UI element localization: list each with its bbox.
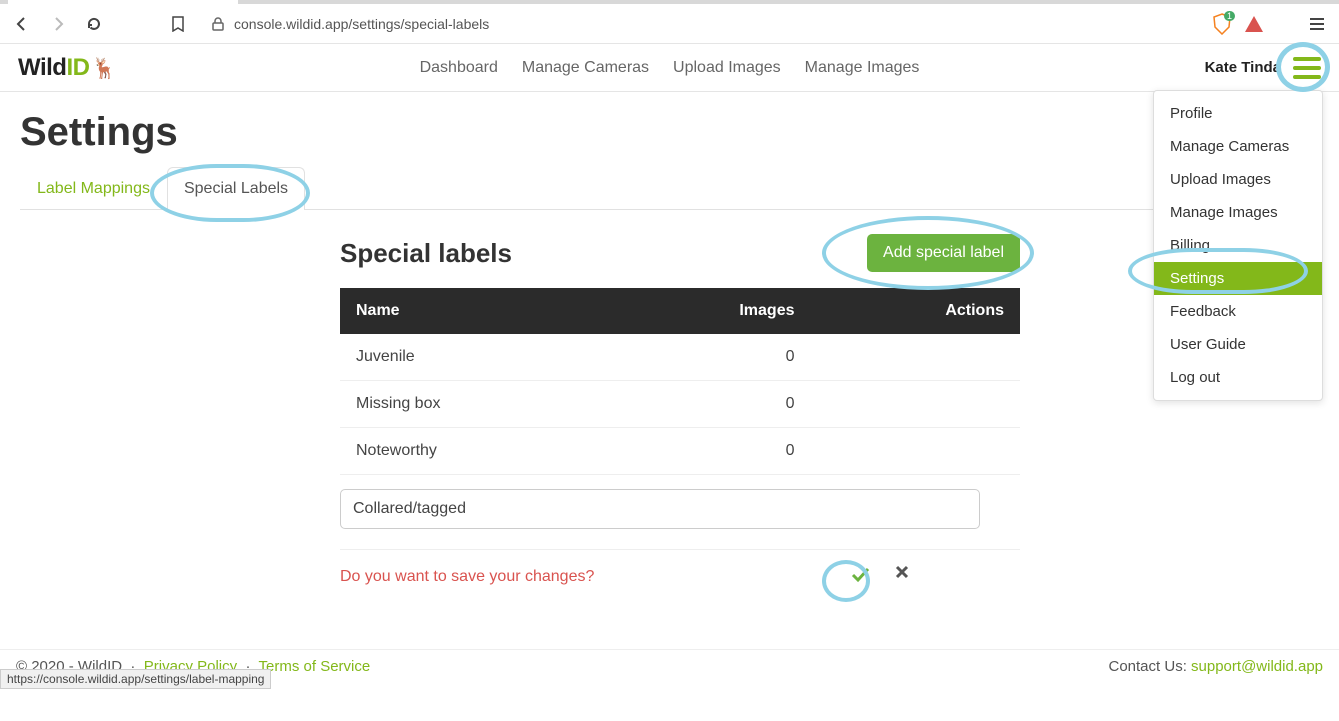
arrow-right-icon bbox=[50, 16, 66, 32]
brave-shield-icon[interactable]: 1 bbox=[1211, 13, 1233, 35]
main-content: Settings Label Mappings Special Labels S… bbox=[0, 92, 1339, 590]
special-labels-panel: Special labels Add special label Name Im… bbox=[340, 234, 1020, 590]
cell-name: Missing box bbox=[340, 381, 609, 428]
check-icon bbox=[850, 564, 870, 584]
confirm-row: Do you want to save your changes? bbox=[340, 549, 1020, 590]
lock-icon bbox=[210, 16, 226, 32]
reload-icon bbox=[86, 16, 102, 32]
nav-manage-images[interactable]: Manage Images bbox=[805, 59, 920, 77]
cell-actions bbox=[810, 334, 1020, 381]
confirm-save-button[interactable] bbox=[850, 564, 870, 590]
user-dropdown-menu: Profile Manage Cameras Upload Images Man… bbox=[1153, 90, 1323, 401]
terms-link[interactable]: Terms of Service bbox=[259, 658, 371, 675]
cell-images: 0 bbox=[609, 334, 810, 381]
confirm-text: Do you want to save your changes? bbox=[340, 568, 830, 586]
menu-manage-images[interactable]: Manage Images bbox=[1154, 196, 1322, 229]
forward-button[interactable] bbox=[46, 12, 70, 36]
reload-button[interactable] bbox=[82, 12, 106, 36]
extension-icons: 1 bbox=[1211, 12, 1329, 36]
menu-billing[interactable]: Billing bbox=[1154, 229, 1322, 262]
bookmark-button[interactable] bbox=[166, 12, 190, 36]
browser-tab[interactable]: 🐾 Special Labels - WildID × bbox=[8, 0, 238, 4]
app-header: WildID🦌 Dashboard Manage Cameras Upload … bbox=[0, 44, 1339, 92]
menu-settings[interactable]: Settings bbox=[1154, 262, 1322, 295]
settings-tabs: Label Mappings Special Labels bbox=[20, 167, 1319, 210]
table-row: Missing box 0 bbox=[340, 381, 1020, 428]
confirm-actions bbox=[850, 564, 910, 590]
nav-manage-cameras[interactable]: Manage Cameras bbox=[522, 59, 649, 77]
panel-header: Special labels Add special label bbox=[340, 234, 1020, 272]
browser-toolbar: console.wildid.app/settings/special-labe… bbox=[0, 4, 1339, 44]
contact-email-link[interactable]: support@wildid.app bbox=[1191, 658, 1323, 675]
browser-tab-strip: 🐾 Special Labels - WildID × + — ☐ ✕ bbox=[0, 0, 1339, 4]
browser-menu-button[interactable] bbox=[1305, 12, 1329, 36]
menu-feedback[interactable]: Feedback bbox=[1154, 295, 1322, 328]
cell-images: 0 bbox=[609, 428, 810, 475]
user-name: Kate Tinda bbox=[1205, 59, 1281, 76]
menu-log-out[interactable]: Log out bbox=[1154, 361, 1322, 394]
tab-label-mappings[interactable]: Label Mappings bbox=[20, 167, 167, 210]
new-tab-button[interactable]: + bbox=[244, 0, 272, 1]
cell-actions bbox=[810, 428, 1020, 475]
status-bar-link: https://console.wildid.app/settings/labe… bbox=[0, 669, 271, 689]
wildid-logo[interactable]: WildID🦌 bbox=[18, 54, 116, 82]
bat-icon[interactable] bbox=[1243, 13, 1265, 35]
menu-manage-cameras[interactable]: Manage Cameras bbox=[1154, 130, 1322, 163]
menu-profile[interactable]: Profile bbox=[1154, 97, 1322, 130]
x-icon bbox=[894, 564, 910, 580]
nav-dashboard[interactable]: Dashboard bbox=[420, 59, 498, 77]
main-nav: Dashboard Manage Cameras Upload Images M… bbox=[420, 59, 920, 77]
user-area: Kate Tinda bbox=[1205, 57, 1321, 79]
hamburger-icon bbox=[1309, 17, 1325, 31]
cell-actions bbox=[810, 381, 1020, 428]
shield-count: 1 bbox=[1224, 11, 1235, 21]
table-row: Juvenile 0 bbox=[340, 334, 1020, 381]
address-bar[interactable]: console.wildid.app/settings/special-labe… bbox=[202, 16, 1199, 32]
arrow-left-icon bbox=[14, 16, 30, 32]
confirm-cancel-button[interactable] bbox=[894, 564, 910, 590]
cell-name: Noteworthy bbox=[340, 428, 609, 475]
table-row: Noteworthy 0 bbox=[340, 428, 1020, 475]
contact-label: Contact Us: bbox=[1109, 658, 1192, 675]
col-name: Name bbox=[340, 288, 609, 334]
add-special-label-button[interactable]: Add special label bbox=[867, 234, 1020, 272]
col-actions: Actions bbox=[810, 288, 1020, 334]
url-text: console.wildid.app/settings/special-labe… bbox=[234, 16, 489, 32]
footer-right: Contact Us: support@wildid.app bbox=[1109, 658, 1324, 675]
new-label-row bbox=[340, 489, 1020, 529]
labels-table: Name Images Actions Juvenile 0 Missing b… bbox=[340, 288, 1020, 475]
new-label-input[interactable] bbox=[340, 489, 980, 529]
menu-upload-images[interactable]: Upload Images bbox=[1154, 163, 1322, 196]
bookmark-icon bbox=[171, 16, 185, 32]
nav-upload-images[interactable]: Upload Images bbox=[673, 59, 781, 77]
col-images: Images bbox=[609, 288, 810, 334]
user-menu-button[interactable] bbox=[1293, 57, 1321, 79]
menu-user-guide[interactable]: User Guide bbox=[1154, 328, 1322, 361]
antelope-icon: 🦌 bbox=[91, 56, 115, 81]
panel-title: Special labels bbox=[340, 238, 512, 269]
back-button[interactable] bbox=[10, 12, 34, 36]
cell-name: Juvenile bbox=[340, 334, 609, 381]
page-title: Settings bbox=[20, 110, 1319, 155]
tab-special-labels[interactable]: Special Labels bbox=[167, 167, 305, 210]
cell-images: 0 bbox=[609, 381, 810, 428]
